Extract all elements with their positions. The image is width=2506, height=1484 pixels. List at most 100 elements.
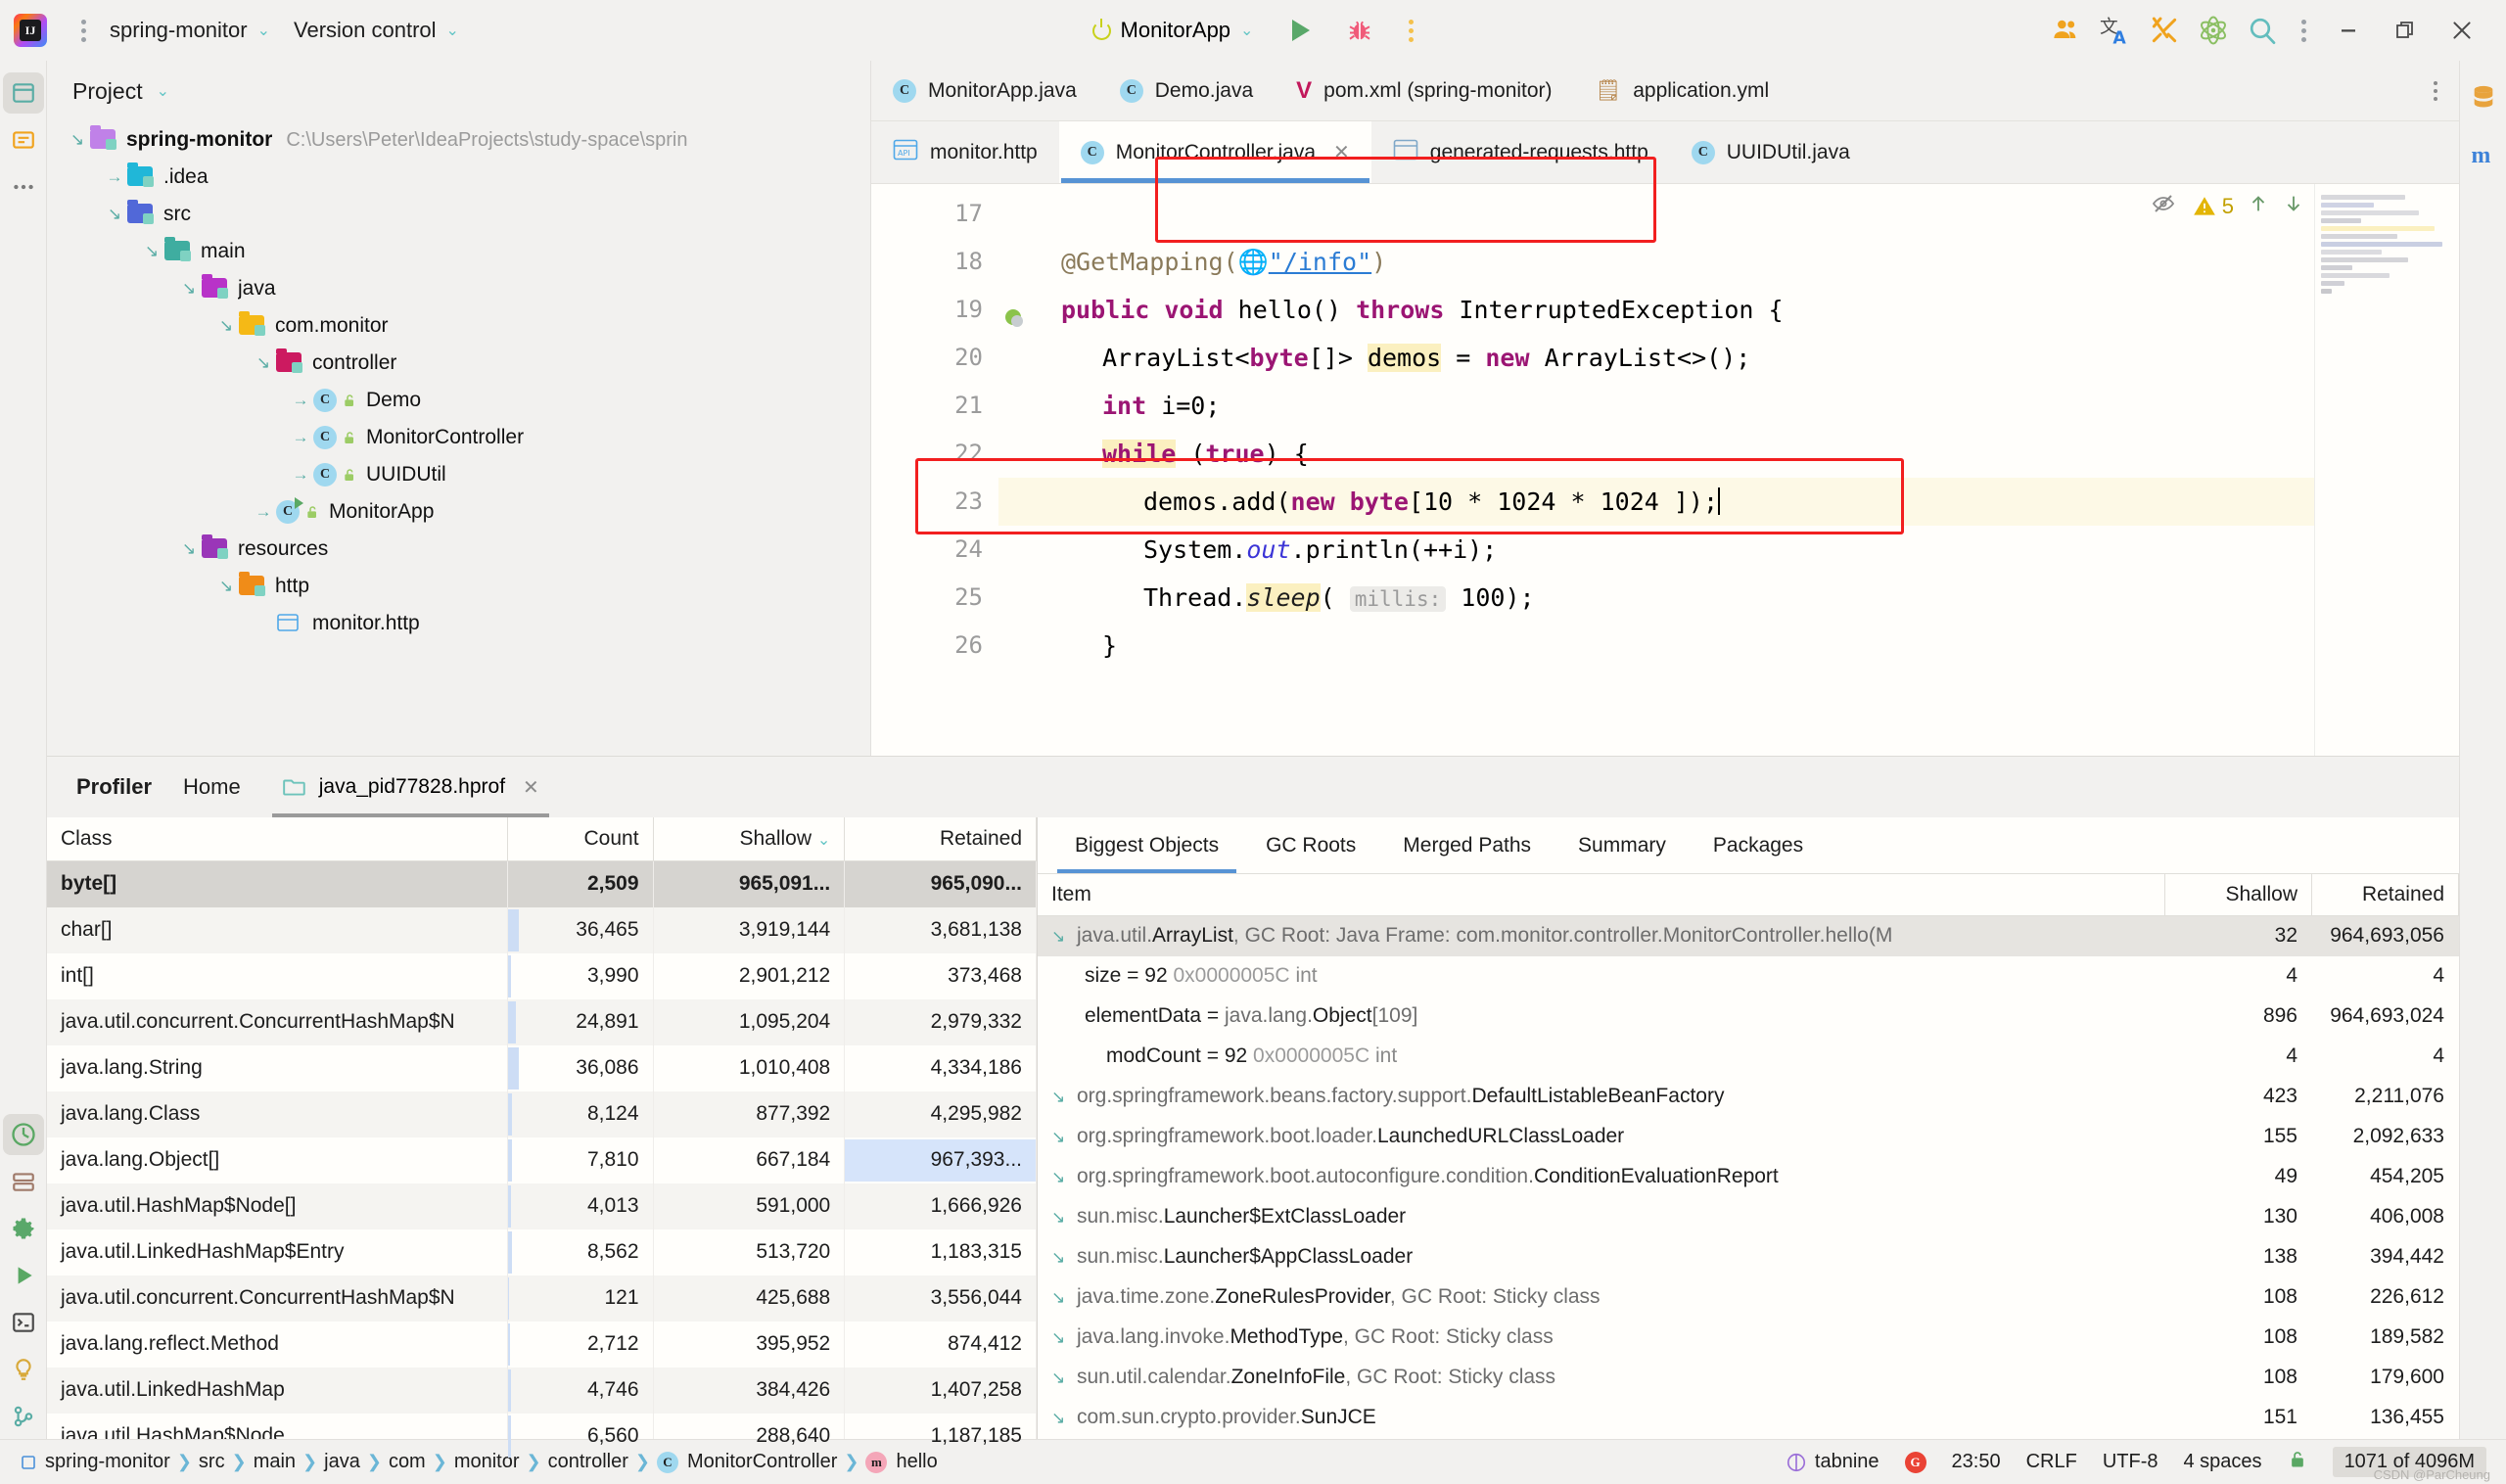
arrow-up-icon[interactable] [2248, 192, 2269, 220]
editor-tab[interactable]: 🗒 application.yml [1574, 61, 1791, 120]
code-line[interactable]: ArrayList<byte[]> demos = new ArrayList<… [998, 334, 2314, 382]
breadcrumb-item[interactable]: java [317, 1449, 367, 1475]
table-row[interactable]: java.lang.reflect.Method 2,712 395,952 874,… [47, 1321, 1037, 1368]
services-tool-button[interactable] [3, 1161, 44, 1202]
tools-icon[interactable] [2142, 8, 2187, 53]
project-tool-button[interactable] [2, 72, 44, 114]
version-control-tool-button[interactable] [3, 1396, 44, 1437]
debug-button[interactable] [1337, 8, 1382, 53]
tree-item[interactable]: ↘ main [55, 233, 870, 270]
table-row[interactable]: java.util.LinkedHashMap 4,746 384,426 1,407… [47, 1367, 1037, 1414]
code-line[interactable]: int i=0; [998, 382, 2314, 430]
breadcrumb-item[interactable]: main [247, 1449, 302, 1475]
code-line[interactable]: demos.add(new byte[10 * 1024 * 1024 ]); [998, 478, 2314, 526]
table-row[interactable]: java.util.HashMap$Node[] 4,013 591,000 1,66… [47, 1183, 1037, 1229]
code-line[interactable]: System.out.println(++i); [998, 526, 2314, 574]
maximize-button[interactable] [2379, 8, 2432, 53]
run-tool-button[interactable] [3, 1255, 44, 1296]
table-row[interactable]: ↘ org.springframework.boot.autoconfigure.… [1038, 1157, 2459, 1197]
indent-widget[interactable]: 4 spaces [2184, 1451, 2262, 1473]
editor-tab[interactable]: C UUIDUtil.java [1670, 121, 1872, 183]
breadcrumb-item[interactable]: spring-monitor [14, 1449, 177, 1475]
collapse-arrow-icon[interactable]: → [288, 391, 313, 410]
detail-tab[interactable]: GC Roots [1242, 817, 1379, 873]
class-table-body[interactable]: byte[] 2,509 965,091... 965,090... char[] 36,… [47, 860, 1037, 1460]
detail-tab-bar[interactable]: Biggest Objects GC Roots Merged Paths Summa… [1038, 817, 2459, 874]
code-line[interactable] [998, 190, 2314, 238]
expand-arrow-icon[interactable]: ↘ [251, 353, 276, 373]
more-tool-windows-button[interactable] [3, 166, 44, 208]
table-row[interactable]: ↘ sun.misc.Launcher$ExtClassLoader 130 406,… [1038, 1197, 2459, 1237]
arrow-down-icon[interactable] [2283, 192, 2304, 220]
collapse-arrow-icon[interactable]: → [251, 502, 276, 522]
profiler-home-tab[interactable]: Home [183, 774, 241, 800]
table-row[interactable]: java.util.concurrent.ConcurrentHashMap$N… [47, 998, 1037, 1045]
table-row[interactable]: size = 92 0x0000005C int 4 4 [1038, 956, 2459, 997]
column-header[interactable]: Shallow [2164, 874, 2312, 916]
expand-arrow-icon[interactable]: ↘ [213, 577, 239, 596]
google-icon[interactable]: G [1904, 1451, 1926, 1473]
detail-tab[interactable]: Packages [1690, 817, 1827, 873]
column-header[interactable]: Count [507, 817, 654, 861]
expand-arrow-icon[interactable]: ↘ [213, 316, 239, 336]
version-control-widget[interactable]: Version control ⌄ [282, 12, 471, 49]
chevron-down-icon[interactable]: ⌄ [157, 81, 169, 101]
unlocked-icon[interactable] [2288, 1448, 2307, 1477]
table-row[interactable]: java.lang.Class 8,124 877,392 4,295,982 [47, 1090, 1037, 1137]
eye-off-icon[interactable] [2149, 192, 2178, 220]
expand-arrow-icon[interactable]: ↘ [102, 205, 127, 224]
table-row[interactable]: int[] 3,990 2,901,212 373,468 [47, 952, 1037, 999]
code-line[interactable]: } [998, 622, 2314, 670]
detail-tab[interactable]: Biggest Objects [1051, 817, 1242, 873]
column-header[interactable]: Class [47, 817, 508, 861]
run-button[interactable] [1278, 8, 1323, 53]
column-header[interactable]: Retained [844, 817, 1037, 861]
editor-tab-row-1[interactable]: C MonitorApp.java C Demo.java Vpom.xml (spri… [871, 61, 2459, 121]
collapse-arrow-icon[interactable]: → [102, 167, 127, 187]
clock-widget[interactable]: 23:50 [1952, 1451, 2001, 1473]
detail-table-body[interactable]: ↘ java.util.ArrayList, GC Root: Java Fram… [1038, 915, 2459, 1438]
project-selector[interactable]: spring-monitor ⌄ [98, 12, 282, 49]
editor-tab[interactable]: C Demo.java [1098, 61, 1275, 120]
code-editor[interactable]: 5 17 18 19 20 21 22 23 24 25 26 @GetMapping(🌐"/in… [871, 184, 2459, 756]
expand-arrow-icon[interactable]: ↘ [176, 279, 202, 299]
editor-minimap[interactable] [2314, 184, 2459, 756]
code-line[interactable]: while (true) { [998, 430, 2314, 478]
code-line[interactable]: @GetMapping(🌐"/info") [998, 238, 2314, 286]
line-separator-widget[interactable]: CRLF [2026, 1451, 2077, 1473]
settings-tool-button[interactable] [3, 1208, 44, 1249]
database-tool-button[interactable] [2463, 76, 2504, 117]
tree-item[interactable]: ↘ java [55, 270, 870, 307]
table-row[interactable]: ↘ sun.util.calendar.ZoneInfoFile, GC Root… [1038, 1358, 2459, 1398]
editor-tab[interactable]: API monitor.http [871, 121, 1059, 183]
editor-tab[interactable]: generated-requests.http [1371, 121, 1670, 183]
expand-arrow-icon[interactable]: ↘ [1051, 1368, 1077, 1388]
tree-item[interactable]: → .idea [55, 159, 870, 196]
detail-tab[interactable]: Summary [1555, 817, 1690, 873]
tree-item[interactable]: ↘ resources [55, 531, 870, 568]
tree-item[interactable]: → C UUIDUtil [55, 456, 870, 493]
atom-icon[interactable] [2191, 8, 2236, 53]
maven-tool-button[interactable]: m [2463, 133, 2504, 174]
editor-tab[interactable]: Vpom.xml (spring-monitor) [1275, 61, 1573, 120]
run-more-icon[interactable] [1396, 14, 1425, 47]
detail-table-header[interactable]: Item Shallow Retained [1038, 874, 2459, 916]
close-icon[interactable]: ✕ [523, 775, 539, 800]
code-lines[interactable]: @GetMapping(🌐"/info") public void hello()… [998, 184, 2314, 756]
table-row[interactable]: ↘ org.springframework.boot.loader.Launche… [1038, 1117, 2459, 1157]
table-row[interactable]: ↘ com.sun.crypto.provider.SunJCE 151 136,45… [1038, 1398, 2459, 1438]
commit-tool-button[interactable] [3, 119, 44, 161]
tree-item[interactable]: monitor.http [55, 605, 870, 642]
column-header[interactable]: Shallow ⌄ [653, 817, 846, 861]
breadcrumb-item[interactable]: com [382, 1449, 433, 1475]
more-options-icon[interactable] [2289, 14, 2318, 47]
search-icon[interactable] [2240, 8, 2285, 53]
table-row[interactable]: char[] 36,465 3,919,144 3,681,138 [47, 906, 1037, 953]
expand-arrow-icon[interactable]: ↘ [1051, 1288, 1077, 1308]
close-button[interactable] [2436, 8, 2488, 53]
table-row[interactable]: modCount = 92 0x0000005C int 4 4 [1038, 1037, 2459, 1077]
expand-arrow-icon[interactable]: ↘ [1051, 1409, 1077, 1428]
tree-item[interactable]: ↘ controller [55, 345, 870, 382]
table-row[interactable]: elementData = java.lang.Object[109] 896 96… [1038, 997, 2459, 1037]
editor-tabs-more-icon[interactable] [2432, 61, 2459, 120]
